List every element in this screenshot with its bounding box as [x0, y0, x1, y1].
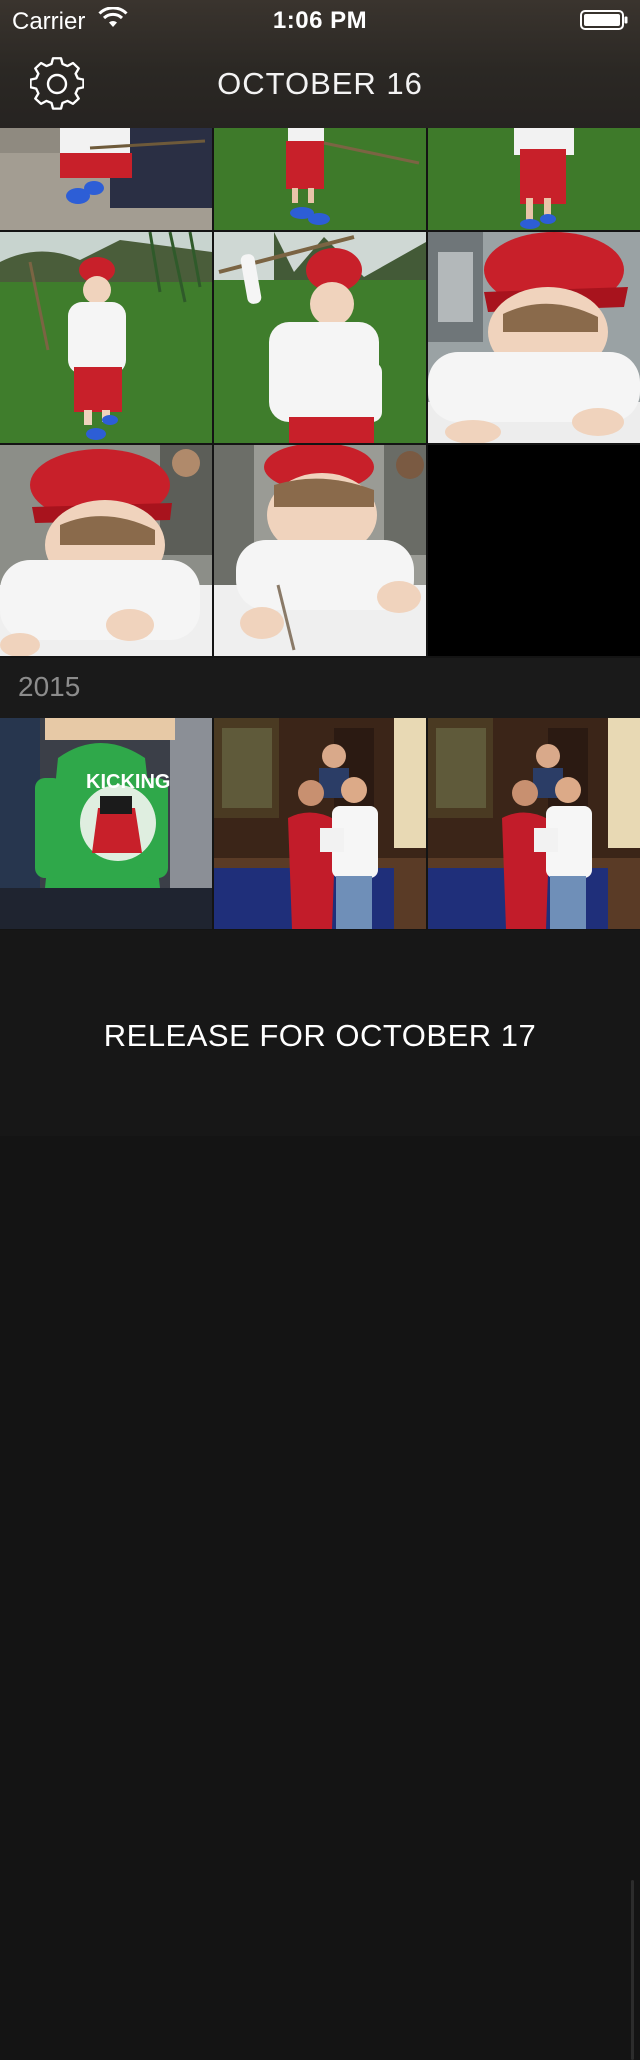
release-footer: RELEASE FOR OCTOBER 17 — [0, 930, 640, 2060]
photo-thumbnail[interactable]: KICKING — [0, 718, 212, 929]
photo-thumbnail[interactable] — [214, 232, 426, 443]
battery-icon — [580, 10, 628, 30]
top-bar: Carrier 1:06 PM OCTOBER 16 — [0, 0, 640, 128]
photo-thumbnail[interactable] — [214, 718, 426, 929]
shirt-print-text: KICKING — [86, 771, 170, 793]
photo-thumbnail[interactable] — [0, 445, 212, 656]
status-time: 1:06 PM — [272, 7, 368, 34]
status-bar: Carrier 1:06 PM — [0, 0, 640, 40]
scroll-indicator — [631, 1880, 634, 2060]
page-title: OCTOBER 16 — [217, 66, 423, 101]
release-button[interactable]: RELEASE FOR OCTOBER 17 — [0, 1018, 640, 1054]
year-label: 2015 — [18, 671, 81, 702]
photo-thumbnail[interactable] — [214, 445, 426, 656]
photo-thumbnail-empty — [428, 445, 640, 656]
photo-thumbnail[interactable] — [428, 232, 640, 443]
photo-thumbnail[interactable] — [0, 232, 212, 443]
photo-thumbnail[interactable] — [428, 718, 640, 929]
year-section-header: 2015 — [0, 658, 640, 718]
